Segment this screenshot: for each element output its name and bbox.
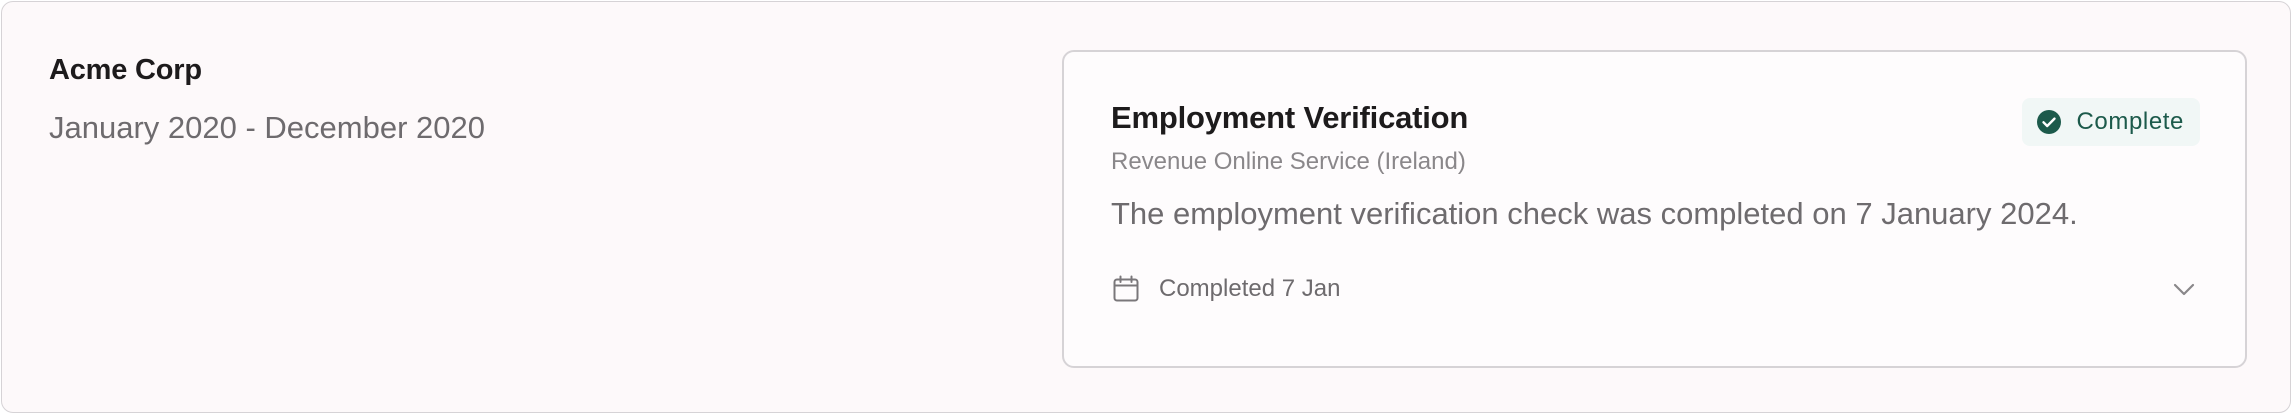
company-name: Acme Corp (49, 54, 202, 86)
verification-title: Employment Verification (1111, 100, 1469, 135)
status-label: Complete (2076, 108, 2184, 135)
completed-meta: Completed 7 Jan (1111, 274, 1340, 304)
chevron-down-icon[interactable] (2171, 276, 2197, 302)
check-circle-icon (2036, 109, 2062, 135)
verification-source: Revenue Online Service (Ireland) (1111, 148, 1466, 175)
completed-date-label: Completed 7 Jan (1159, 275, 1341, 302)
calendar-icon (1111, 274, 1141, 304)
verification-description: The employment verification check was co… (1111, 196, 2078, 231)
employment-period: January 2020 - December 2020 (49, 110, 485, 145)
employment-record-panel: Acme Corp January 2020 - December 2020 E… (1, 1, 2291, 413)
status-badge: Complete (2022, 98, 2200, 146)
verification-card: Employment Verification Revenue Online S… (1062, 50, 2247, 368)
